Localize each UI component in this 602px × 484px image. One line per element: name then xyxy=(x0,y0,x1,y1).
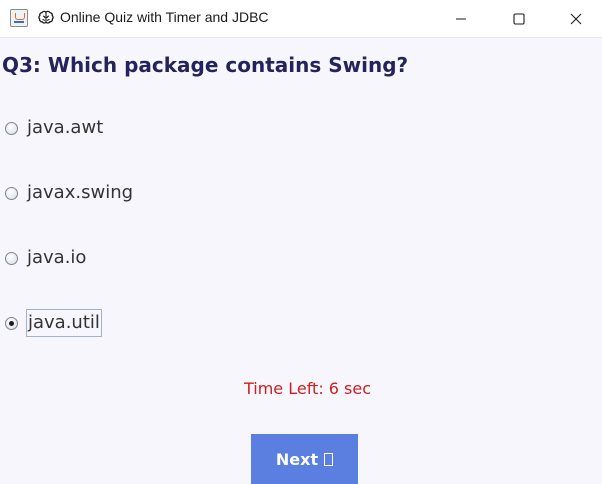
maximize-button[interactable] xyxy=(490,0,548,37)
question-text: Q3: Which package contains Swing? xyxy=(2,53,409,77)
radio-button[interactable] xyxy=(5,251,18,265)
radio-button[interactable] xyxy=(5,186,18,200)
minimize-icon xyxy=(456,18,466,19)
close-button[interactable] xyxy=(547,0,602,37)
window-title: Online Quiz with Timer and JDBC xyxy=(60,9,269,25)
option-javax-swing[interactable]: javax.swing xyxy=(5,178,134,208)
option-label[interactable]: java.io xyxy=(26,245,87,271)
next-button[interactable]: Next xyxy=(251,434,358,484)
close-icon xyxy=(570,13,582,24)
missing-glyph-icon xyxy=(324,452,334,466)
option-label[interactable]: java.awt xyxy=(26,115,104,141)
brain-icon xyxy=(38,10,54,24)
next-button-label: Next xyxy=(275,449,319,469)
minimize-button[interactable] xyxy=(432,0,490,37)
option-java-util[interactable]: java.util xyxy=(5,308,102,338)
timer-label: Time Left: 6 sec xyxy=(243,379,372,398)
option-java-io[interactable]: java.io xyxy=(5,243,87,273)
radio-button-selected[interactable] xyxy=(5,316,18,330)
title-bar: Online Quiz with Timer and JDBC xyxy=(0,0,602,38)
option-label[interactable]: javax.swing xyxy=(26,180,134,206)
maximize-icon xyxy=(513,12,525,25)
option-java-awt[interactable]: java.awt xyxy=(5,113,104,143)
option-label[interactable]: java.util xyxy=(26,309,102,337)
java-app-icon[interactable] xyxy=(10,9,28,27)
radio-button[interactable] xyxy=(5,121,18,135)
